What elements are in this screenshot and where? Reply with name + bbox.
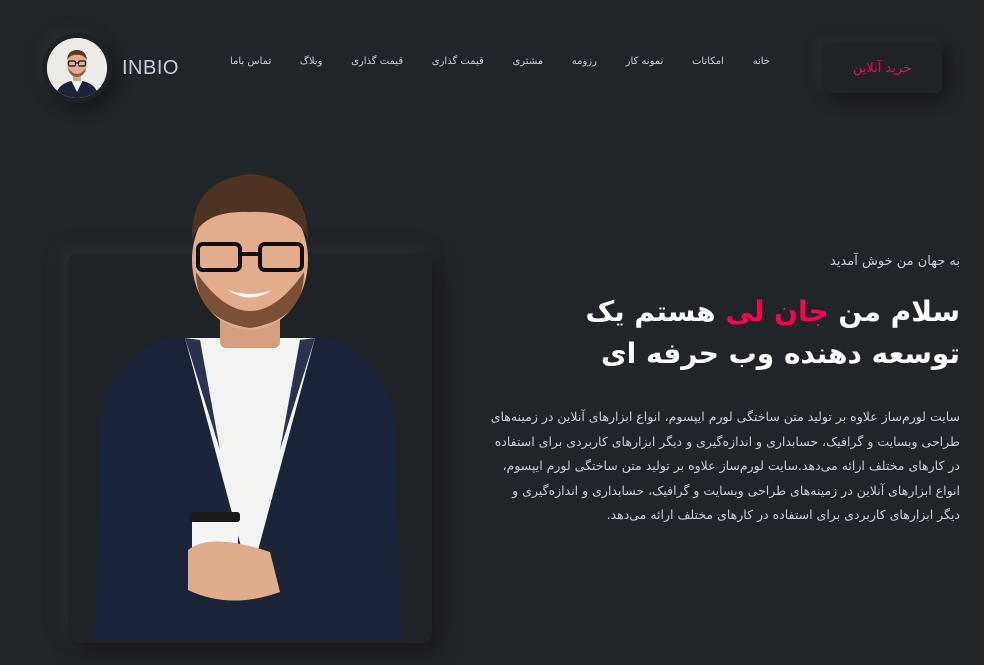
buy-online-button[interactable]: خرید آنلاین — [822, 43, 942, 93]
main-nav: خانه امکانات نمونه کار رزومه مشتری قیمت … — [230, 56, 770, 67]
nav-item-resume[interactable]: رزومه — [572, 56, 597, 67]
nav-item-features[interactable]: امکانات — [692, 56, 724, 67]
avatar-photo — [47, 38, 107, 98]
hero-headline: سلام من جان لی هستم یک توسعه دهنده وب حر… — [480, 291, 960, 375]
welcome-text: به جهان من خوش آمدید — [830, 254, 960, 269]
nav-item-portfolio[interactable]: نمونه کار — [626, 56, 664, 67]
brand-name[interactable]: INBIO — [122, 57, 179, 80]
logo[interactable]: INBIO — [42, 33, 179, 103]
nav-item-clients[interactable]: مشتری — [512, 56, 543, 67]
hero-person-image — [95, 174, 402, 640]
headline-post: هستم یک — [585, 295, 726, 328]
headline-pre: سلام من — [828, 295, 960, 328]
site-header: INBIO خانه امکانات نمونه کار رزومه مشتری… — [0, 0, 984, 135]
nav-item-contact[interactable]: تماس باما — [230, 56, 271, 67]
hero-description: سایت لورم‌ساز علاوه بر تولید متن ساختگی … — [490, 409, 960, 522]
headline-name: جان لی — [725, 295, 829, 328]
hero-intro: به جهان من خوش آمدید سلام من جان لی هستم… — [480, 254, 960, 528]
headline-line2: توسعه دهنده وب حرفه ای — [600, 337, 960, 370]
avatar[interactable] — [42, 33, 112, 103]
nav-item-pricing[interactable]: قیمت گذاری — [432, 56, 484, 67]
nav-item-pricing-2[interactable]: قیمت گذاری — [351, 56, 403, 67]
nav-item-home[interactable]: خانه — [753, 56, 770, 67]
nav-item-blog[interactable]: وبلاگ — [300, 56, 323, 67]
